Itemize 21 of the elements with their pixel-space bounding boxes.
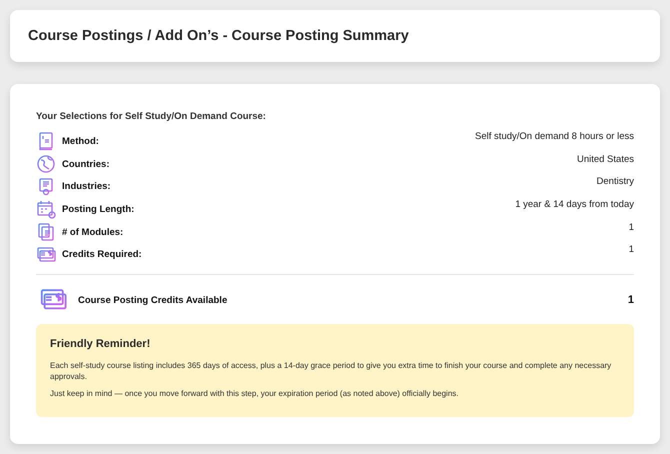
- field-label: Countries:: [62, 158, 110, 170]
- field-label: Industries:: [62, 181, 111, 192]
- field-label: Method:: [62, 136, 99, 147]
- field-value: 1: [628, 244, 634, 256]
- field-label: Credits Required:: [62, 249, 142, 260]
- calendar-icon: [36, 199, 56, 220]
- section-heading: Your Selections for Self Study/On Demand Course:: [36, 111, 267, 122]
- document-icon: [36, 222, 56, 242]
- field-value: United States: [576, 154, 634, 165]
- field-value: 1 year & 14 days from today: [515, 199, 634, 210]
- credits-value: 1: [628, 294, 634, 306]
- page-title: Course Postings / Add On’s - Course Posting Summary: [28, 28, 409, 44]
- field-label: # of Modules:: [62, 226, 124, 238]
- field-value: Dentistry: [596, 176, 634, 188]
- field-label: Posting Length:: [62, 204, 134, 215]
- field-value: 1: [628, 222, 634, 233]
- reminder-text: Each self-study course listing includes 365 days of access, plus a 14-day grace period to give you extra time to finish your course and complete any necessary approvals.: [50, 360, 612, 382]
- credits-label: Course Posting Credits Available: [78, 294, 228, 306]
- reminder-text: Just keep in mind — once you move forward with this step, your expiration period (as noted above) officially begins.: [50, 388, 460, 400]
- field-value: Self study/On demand 8 hours or less: [475, 131, 634, 142]
- reminder-title: Friendly Reminder!: [50, 338, 152, 350]
